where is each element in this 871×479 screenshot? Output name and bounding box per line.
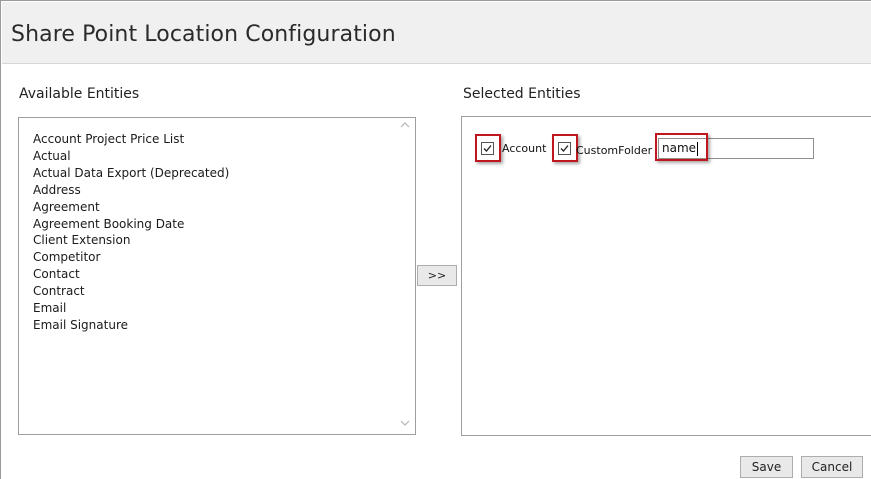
list-item[interactable]: Contact <box>33 266 229 283</box>
list-item[interactable]: Email Signature <box>33 317 229 334</box>
available-entities-items: Account Project Price List Actual Actual… <box>33 131 229 334</box>
list-item[interactable]: Competitor <box>33 249 229 266</box>
chevron-down-icon[interactable] <box>399 419 411 431</box>
dialog-title: Share Point Location Configuration <box>11 22 396 47</box>
list-item[interactable]: Actual Data Export (Deprecated) <box>33 165 229 182</box>
customfolder-checkbox-label: CustomFolder <box>576 144 653 157</box>
list-item[interactable]: Agreement Booking Date <box>33 216 229 233</box>
list-item[interactable]: Actual <box>33 148 229 165</box>
list-item[interactable]: Account Project Price List <box>33 131 229 148</box>
list-item[interactable]: Contract <box>33 283 229 300</box>
selected-entities-panel <box>461 116 871 436</box>
move-right-button[interactable]: >> <box>417 265 457 286</box>
available-entities-label: Available Entities <box>19 86 140 102</box>
list-item[interactable]: Client Extension <box>33 232 229 249</box>
share-point-config-dialog: Share Point Location Configuration Avail… <box>0 0 871 479</box>
account-checkbox[interactable] <box>481 142 494 155</box>
list-item[interactable]: Address <box>33 182 229 199</box>
list-item[interactable]: Email <box>33 300 229 317</box>
customfolder-checkbox[interactable] <box>558 142 571 155</box>
cancel-button[interactable]: Cancel <box>801 456 863 478</box>
available-entities-list[interactable]: Account Project Price List Actual Actual… <box>18 117 416 435</box>
chevron-up-icon[interactable] <box>399 121 411 133</box>
dialog-title-bar: Share Point Location Configuration <box>2 2 871 64</box>
folder-name-input-highlight <box>655 133 708 161</box>
checkmark-icon <box>483 145 492 152</box>
save-button[interactable]: Save <box>740 456 793 478</box>
list-item[interactable]: Agreement <box>33 199 229 216</box>
checkmark-icon <box>560 145 569 152</box>
account-checkbox-label: Account <box>502 142 547 155</box>
selected-entities-label: Selected Entities <box>463 86 581 102</box>
